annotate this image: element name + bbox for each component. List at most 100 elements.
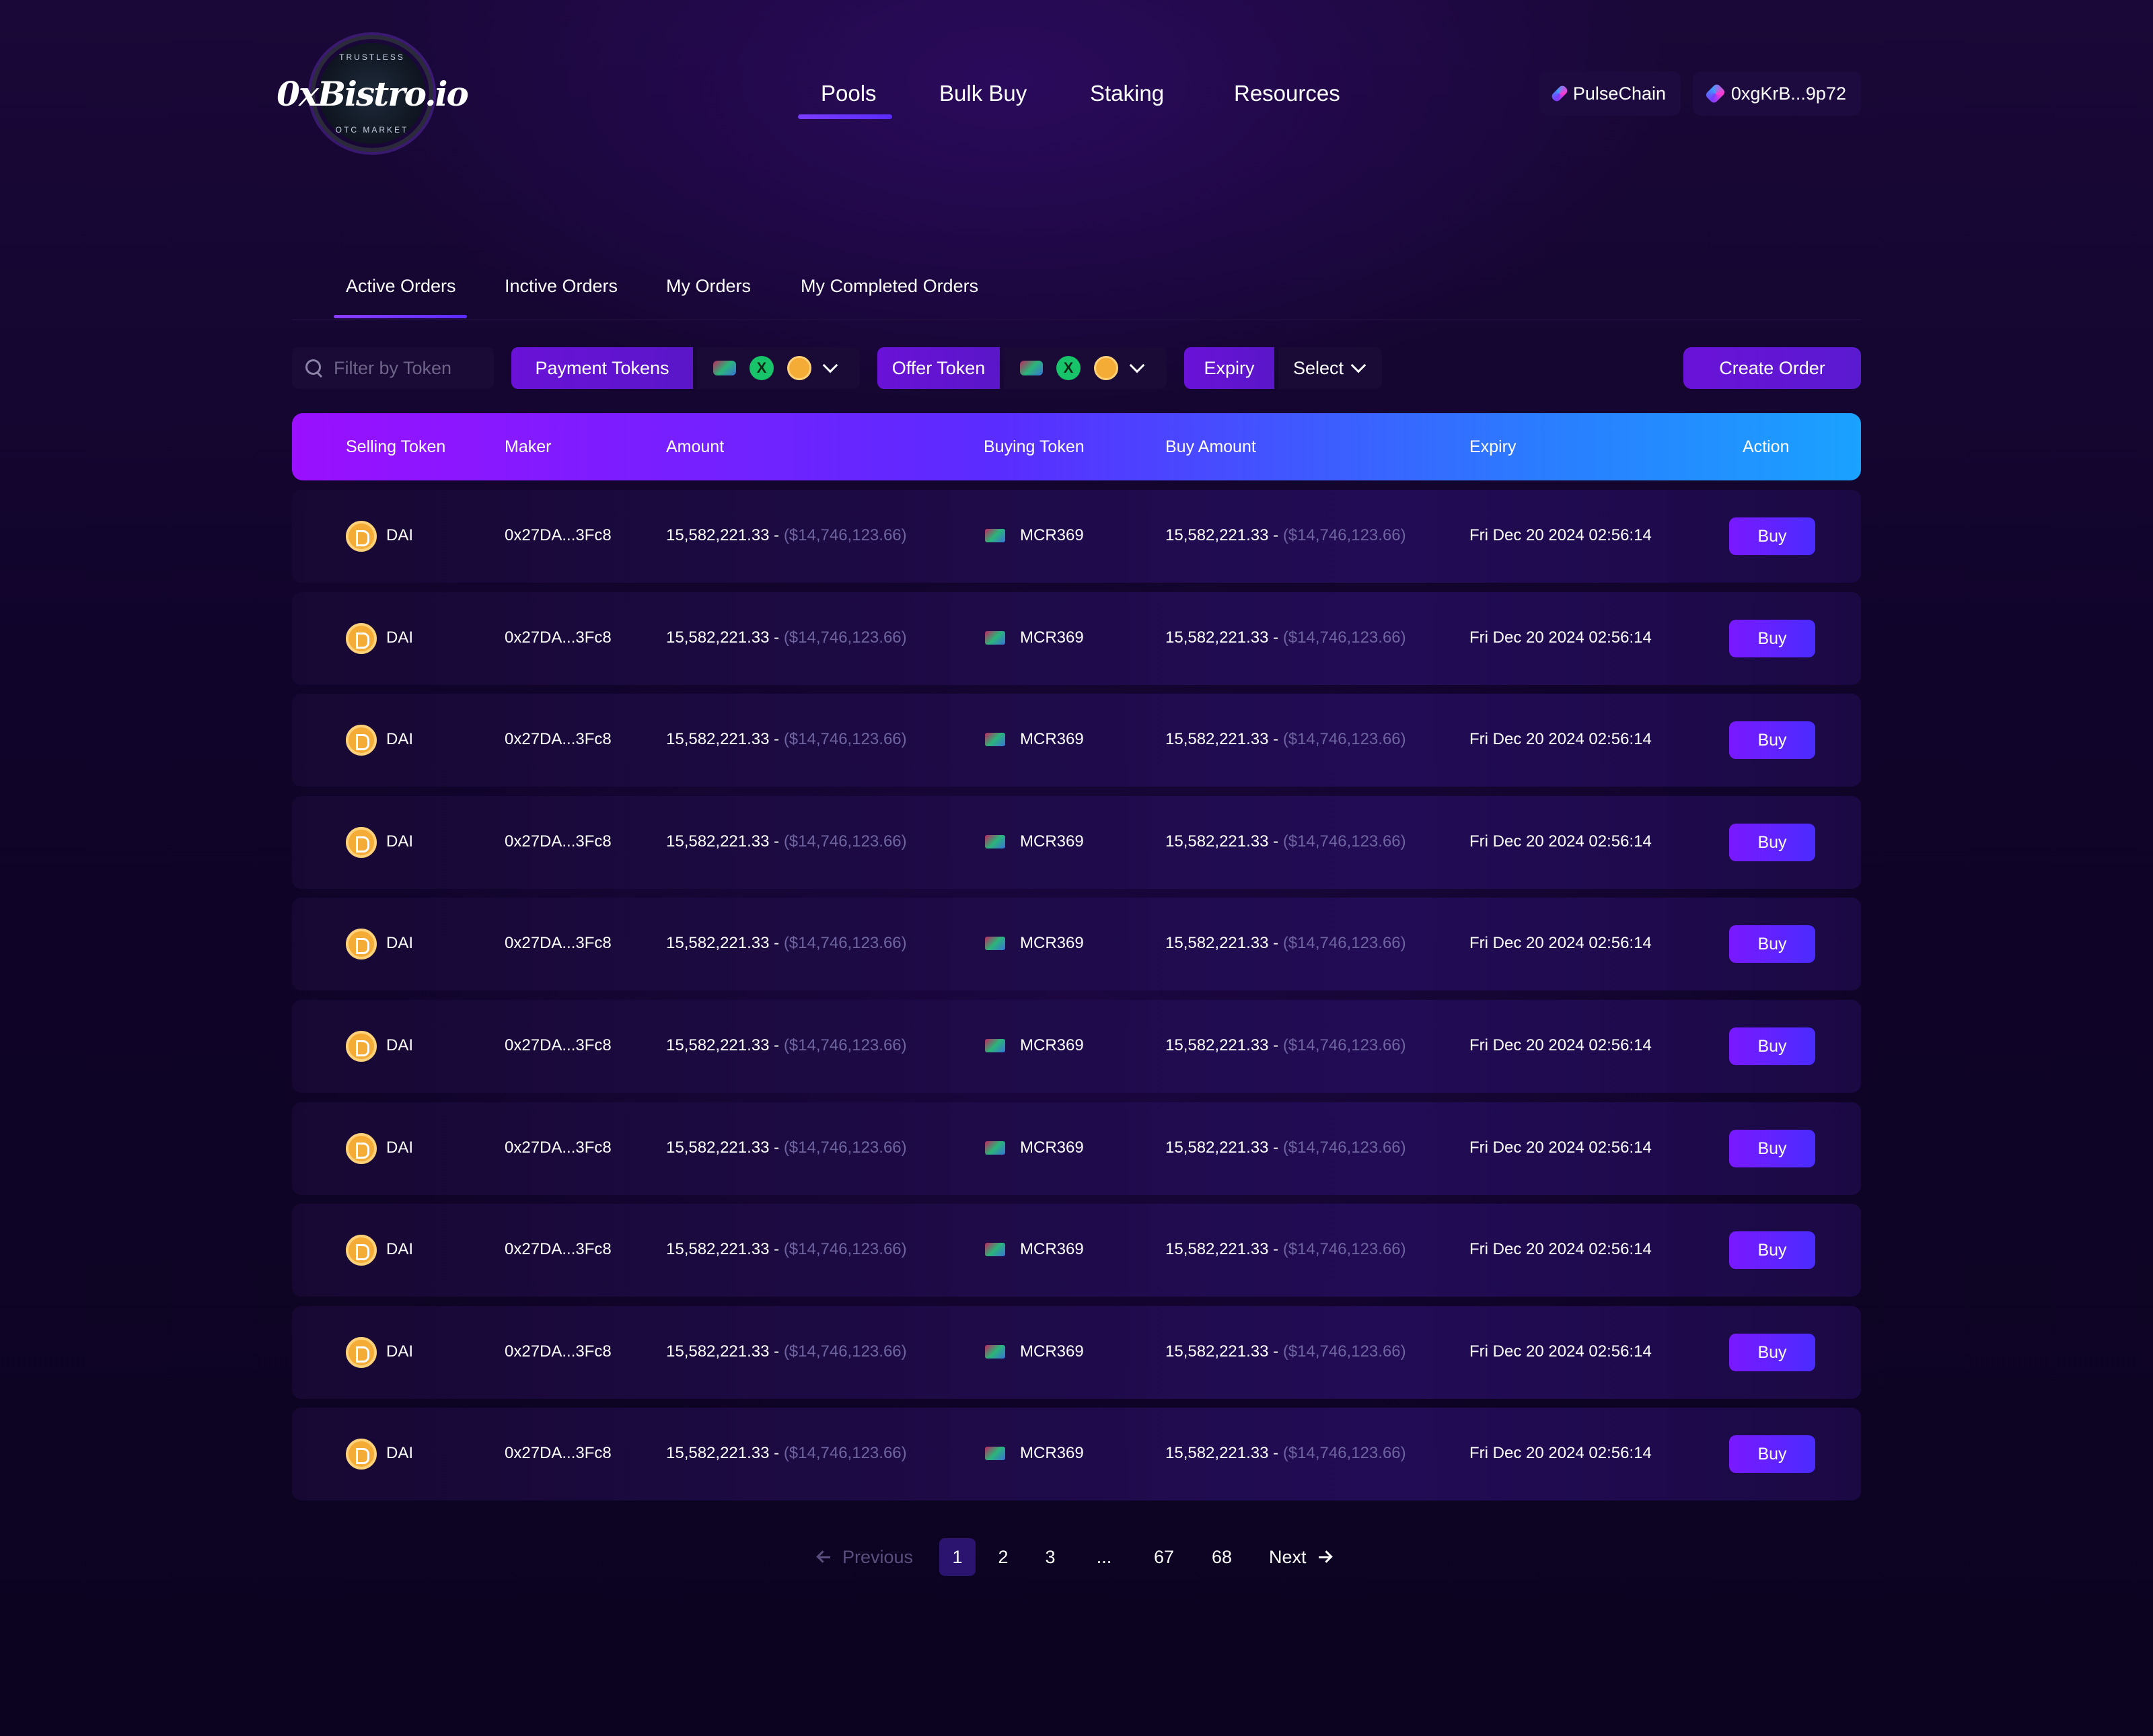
page-67[interactable]: 67 [1144,1538,1184,1576]
buy-amount-value: 15,582,221.33 - [1165,526,1283,544]
maker-address: 0x27DA...3Fc8 [505,832,612,851]
dai-icon [346,1337,377,1368]
nav-resources[interactable]: Resources [1234,81,1340,106]
nav-pools[interactable]: Pools [821,81,877,106]
next-page-button[interactable]: Next [1269,1538,1331,1576]
create-order-button[interactable]: Create Order [1683,347,1861,389]
buy-button[interactable]: Buy [1729,1130,1815,1167]
buying-token: MCR369 [1020,1138,1084,1157]
amount-value: 15,582,221.33 - [666,832,784,851]
selling-token: DAI [386,526,414,544]
tab-my-orders[interactable]: My Orders [666,276,751,297]
buy-button[interactable]: Buy [1729,1231,1815,1269]
buying-token: MCR369 [1020,1036,1084,1054]
page-68[interactable]: 68 [1202,1538,1242,1576]
mcr369-icon [985,1447,1005,1460]
amount-usd: ($14,746,123.66) [783,1444,907,1462]
amount-usd: ($14,746,123.66) [783,1342,907,1361]
buy-amount-value: 15,582,221.33 - [1165,1036,1283,1054]
wallet-button[interactable]: 0xgKrB...9p72 [1693,71,1861,116]
table-row: DAI 0x27DA...3Fc8 15,582,221.33 - ($14,746… [292,1306,1861,1399]
buy-amount: 15,582,221.33 - ($14,746,123.66) [1165,1036,1406,1055]
buy-button[interactable]: Buy [1729,1027,1815,1065]
col-buying-token: Buying Token [984,437,1085,456]
mcr369-icon [985,937,1005,950]
mcr369-icon [985,1141,1005,1155]
maker-address: 0x27DA...3Fc8 [505,1036,612,1054]
expiry-select-label: Select [1293,357,1344,378]
arrow-left-icon [818,1556,830,1558]
token-filter [292,347,494,389]
page-1[interactable]: 1 [939,1538,976,1576]
previous-page-button[interactable]: Previous [818,1538,913,1576]
offer-token-dropdown[interactable]: X [1004,347,1167,389]
buy-amount: 15,582,221.33 - ($14,746,123.66) [1165,934,1406,953]
payment-tokens-label[interactable]: Payment Tokens [511,347,693,389]
dai-icon [346,725,377,756]
amount: 15,582,221.33 - ($14,746,123.66) [666,1240,907,1259]
amount: 15,582,221.33 - ($14,746,123.66) [666,1036,907,1055]
logo-ring-bottom-text: OTC MARKET [335,125,409,135]
tab-inactive-orders[interactable]: Inctive Orders [505,276,618,297]
buy-amount-usd: ($14,746,123.66) [1282,730,1406,748]
table-row: DAI 0x27DA...3Fc8 15,582,221.33 - ($14,746… [292,1408,1861,1500]
filter-by-token-input[interactable] [334,357,482,379]
expiry-label[interactable]: Expiry [1184,347,1274,389]
table-row: DAI 0x27DA...3Fc8 15,582,221.33 - ($14,746… [292,1102,1861,1195]
buying-token: MCR369 [1020,1444,1084,1462]
amount-usd: ($14,746,123.66) [783,1138,907,1157]
nav-staking[interactable]: Staking [1090,81,1164,106]
expiry-date: Fri Dec 20 2024 02:56:14 [1469,1444,1652,1462]
amount-usd: ($14,746,123.66) [783,1036,907,1054]
buying-token: MCR369 [1020,1240,1084,1258]
previous-label: Previous [842,1546,914,1567]
table-row: DAI 0x27DA...3Fc8 15,582,221.33 - ($14,746… [292,592,1861,685]
mcr369-icon [1020,361,1043,375]
nav-bulk-buy[interactable]: Bulk Buy [939,81,1027,106]
amount-value: 15,582,221.33 - [666,934,784,952]
selling-token: DAI [386,1444,414,1462]
buy-amount: 15,582,221.33 - ($14,746,123.66) [1165,1342,1406,1361]
buy-amount-usd: ($14,746,123.66) [1282,934,1406,952]
buy-button[interactable]: Buy [1729,1435,1815,1473]
buy-amount: 15,582,221.33 - ($14,746,123.66) [1165,1444,1406,1463]
buy-amount-usd: ($14,746,123.66) [1282,1342,1406,1361]
dai-icon [346,623,377,654]
buy-amount: 15,582,221.33 - ($14,746,123.66) [1165,1138,1406,1157]
table-row: DAI 0x27DA...3Fc8 15,582,221.33 - ($14,746… [292,898,1861,990]
next-label: Next [1269,1546,1307,1567]
buy-amount-usd: ($14,746,123.66) [1282,1444,1406,1462]
network-selector[interactable]: PulseChain [1539,71,1681,116]
page-3[interactable]: 3 [1032,1538,1068,1576]
buy-amount-usd: ($14,746,123.66) [1282,1036,1406,1054]
tab-my-completed-orders[interactable]: My Completed Orders [801,276,978,297]
expiry-select[interactable]: Select [1278,347,1382,389]
buy-button[interactable]: Buy [1729,1334,1815,1371]
selling-token: DAI [386,730,414,748]
page-2[interactable]: 2 [985,1538,1021,1576]
mcr369-icon [713,361,736,375]
buy-button[interactable]: Buy [1729,517,1815,555]
network-label: PulseChain [1572,83,1666,104]
table-row: DAI 0x27DA...3Fc8 15,582,221.33 - ($14,746… [292,694,1861,787]
selling-token: DAI [386,934,414,952]
buy-button[interactable]: Buy [1729,721,1815,759]
tab-active-orders[interactable]: Active Orders [346,276,456,297]
selling-token: DAI [386,1240,414,1258]
payment-tokens-dropdown[interactable]: X [697,347,860,389]
dai-icon [346,521,377,552]
amount-value: 15,582,221.33 - [666,1138,784,1157]
expiry-date: Fri Dec 20 2024 02:56:14 [1469,832,1652,851]
logo[interactable]: TRUSTLESS 0xBistro.io OTC MARKET [277,39,469,148]
buy-amount-value: 15,582,221.33 - [1165,1240,1283,1258]
offer-token-label[interactable]: Offer Token [877,347,1000,389]
buy-button[interactable]: Buy [1729,925,1815,963]
mcr369-icon [985,529,1005,542]
buy-amount: 15,582,221.33 - ($14,746,123.66) [1165,628,1406,647]
buy-button[interactable]: Buy [1729,620,1815,657]
buy-amount-value: 15,582,221.33 - [1165,1342,1283,1361]
amount-usd: ($14,746,123.66) [783,730,907,748]
buy-button[interactable]: Buy [1729,824,1815,861]
buying-token: MCR369 [1020,628,1084,647]
buy-amount-usd: ($14,746,123.66) [1282,526,1406,544]
